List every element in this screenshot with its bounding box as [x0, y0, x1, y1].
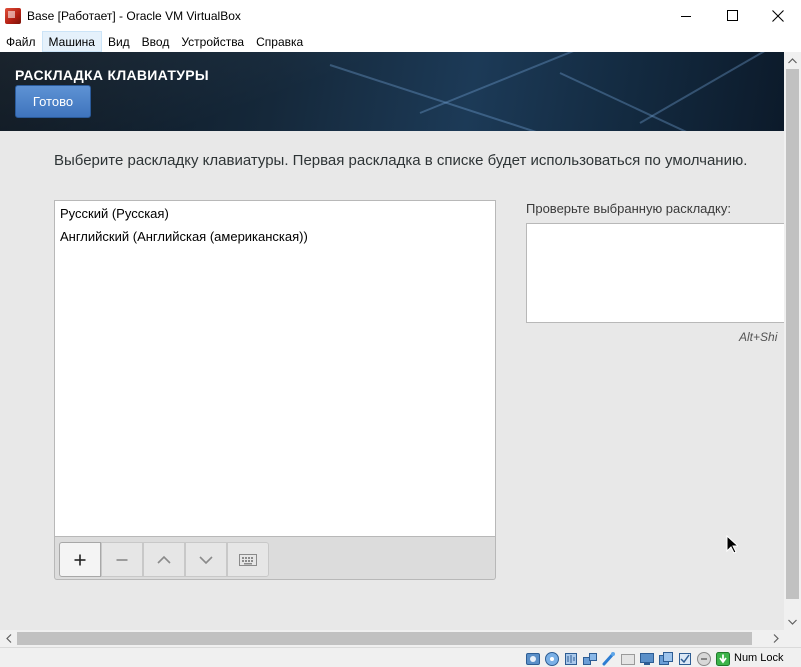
hard-disk-icon[interactable] [525, 651, 541, 667]
minimize-button[interactable] [663, 0, 709, 31]
move-down-button[interactable] [185, 542, 227, 577]
virtualbox-app-icon [5, 7, 21, 24]
window-titlebar[interactable]: Base [Работает] - Oracle VM VirtualBox [0, 0, 801, 31]
scroll-left-arrow[interactable] [0, 630, 17, 647]
layout-test-input[interactable] [526, 223, 784, 323]
layout-toolbar [54, 537, 496, 580]
scroll-up-arrow[interactable] [784, 52, 801, 69]
screen-title: РАСКЛАДКА КЛАВИАТУРЫ [15, 67, 209, 83]
installer-header: РАСКЛАДКА КЛАВИАТУРЫ Готово [0, 52, 784, 131]
menu-input[interactable]: Ввод [136, 31, 176, 52]
horizontal-scrollbar[interactable] [0, 630, 784, 647]
chevron-down-icon [788, 619, 797, 625]
mouse-cursor-icon [726, 535, 738, 554]
plus-icon [74, 554, 86, 565]
close-icon [772, 9, 784, 22]
close-button[interactable] [755, 0, 801, 31]
move-up-button[interactable] [143, 542, 185, 577]
horizontal-scroll-thumb[interactable] [17, 632, 752, 645]
chevron-left-icon [5, 634, 11, 643]
done-button[interactable]: Готово [15, 85, 91, 118]
num-lock-indicator: Num Lock [734, 652, 784, 664]
layout-item-english[interactable]: Английский (Английская (американская)) [60, 229, 308, 244]
vm-display[interactable]: РАСКЛАДКА КЛАВИАТУРЫ Готово Выберите рас… [0, 52, 784, 630]
layout-list: Русский (Русская) Английский (Английская… [54, 200, 496, 537]
maximize-icon [726, 10, 738, 21]
remove-layout-button[interactable] [101, 542, 143, 577]
shared-folders-icon[interactable] [620, 651, 636, 667]
vertical-scroll-thumb[interactable] [786, 69, 799, 599]
window-controls [663, 0, 801, 31]
menu-devices[interactable]: Устройства [175, 31, 250, 52]
add-layout-button[interactable] [59, 542, 101, 577]
status-bar: Num Lock [0, 647, 801, 667]
menu-machine[interactable]: Машина [41, 31, 102, 52]
mouse-integration-icon[interactable] [696, 651, 712, 667]
chevron-up-icon [788, 57, 797, 63]
layout-switch-hint: Alt+Shi [739, 330, 778, 344]
preview-label: Проверьте выбранную раскладку: [526, 201, 731, 216]
window-title: Base [Работает] - Oracle VM VirtualBox [27, 8, 241, 23]
maximize-button[interactable] [709, 0, 755, 31]
chevron-right-icon [773, 634, 779, 643]
instruction-text: Выберите раскладку клавиатуры. Первая ра… [54, 152, 748, 169]
menu-file[interactable]: Файл [0, 31, 42, 52]
chevron-down-icon [199, 555, 213, 564]
menu-help[interactable]: Справка [250, 31, 309, 52]
minus-icon [116, 558, 128, 561]
optical-drive-icon[interactable] [544, 651, 560, 667]
scroll-down-arrow[interactable] [784, 613, 801, 630]
cpu-icon[interactable] [677, 651, 693, 667]
host-key-icon[interactable] [715, 651, 731, 667]
minimize-icon [681, 15, 691, 17]
network-icon[interactable] [582, 651, 598, 667]
chevron-up-icon [157, 555, 171, 564]
keyboard-icon [239, 553, 257, 566]
display-icon[interactable] [639, 651, 655, 667]
recording-icon[interactable] [658, 651, 674, 667]
layout-item-russian[interactable]: Русский (Русская) [60, 206, 169, 221]
status-icons [525, 651, 734, 667]
show-layout-button[interactable] [227, 542, 269, 577]
menu-bar: Файл Машина Вид Ввод Устройства Справка [0, 31, 801, 52]
audio-icon[interactable] [563, 651, 579, 667]
scroll-right-arrow[interactable] [767, 630, 784, 647]
scrollbar-corner [784, 630, 801, 647]
menu-view[interactable]: Вид [102, 31, 136, 52]
usb-icon[interactable] [601, 651, 617, 667]
vertical-scrollbar[interactable] [784, 52, 801, 630]
